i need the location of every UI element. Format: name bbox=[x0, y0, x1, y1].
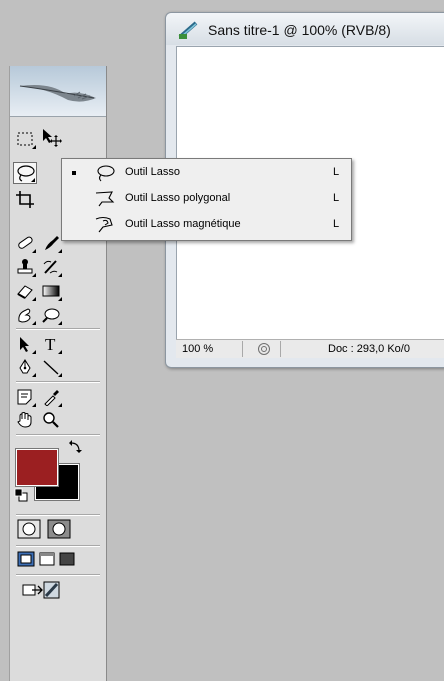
photoshop-document-icon bbox=[178, 21, 198, 39]
magnetic-lasso-icon bbox=[95, 216, 113, 233]
lasso-icon bbox=[97, 165, 115, 182]
pen-tool[interactable] bbox=[13, 356, 37, 378]
flyout-item-magnetic-lasso[interactable]: Outil Lasso magnétique L bbox=[62, 214, 351, 236]
lasso-tool-flyout: Outil Lasso L Outil Lasso polygonal L Ou… bbox=[61, 158, 352, 241]
eraser-tool[interactable] bbox=[13, 280, 37, 302]
full-screen-icon bbox=[59, 552, 75, 566]
eyedropper-tool[interactable] bbox=[39, 386, 63, 408]
quick-mask-icon bbox=[47, 519, 71, 539]
clone-stamp-tool[interactable] bbox=[13, 256, 37, 278]
default-colors-icon[interactable] bbox=[14, 488, 28, 502]
full-screen-mode-button[interactable] bbox=[58, 549, 76, 569]
hand-tool[interactable] bbox=[13, 409, 37, 431]
move-icon bbox=[43, 129, 62, 147]
standard-mode-icon bbox=[17, 519, 41, 539]
notes-tool[interactable] bbox=[13, 386, 37, 408]
imageready-icon bbox=[22, 581, 60, 599]
standard-mode-button[interactable] bbox=[16, 518, 42, 540]
jump-to-imageready-button[interactable] bbox=[22, 578, 62, 602]
healing-brush-tool[interactable] bbox=[13, 232, 37, 254]
document-size-info: Doc : 293,0 Ko/0 bbox=[328, 343, 410, 355]
rectangular-marquee-tool[interactable] bbox=[13, 128, 37, 150]
foreground-color-swatch[interactable] bbox=[15, 448, 59, 487]
lasso-tool[interactable] bbox=[13, 162, 37, 184]
feather-icon bbox=[19, 85, 96, 102]
polygonal-lasso-icon bbox=[95, 191, 115, 207]
selected-bullet bbox=[72, 171, 76, 175]
quick-mask-mode-button[interactable] bbox=[46, 518, 72, 540]
full-screen-menu-mode-button[interactable] bbox=[38, 549, 56, 569]
swap-colors-icon[interactable] bbox=[68, 439, 84, 455]
standard-screen-mode-button[interactable] bbox=[16, 549, 36, 569]
brush-tool[interactable] bbox=[39, 232, 63, 254]
full-screen-menu-icon bbox=[39, 552, 55, 566]
blur-tool[interactable] bbox=[13, 304, 37, 326]
zoom-level[interactable]: 100 % bbox=[182, 343, 213, 355]
crop-icon bbox=[16, 191, 34, 208]
path-selection-tool[interactable] bbox=[13, 333, 37, 355]
flyout-item-lasso[interactable]: Outil Lasso L bbox=[62, 162, 351, 184]
line-tool[interactable] bbox=[39, 356, 63, 378]
hand-icon bbox=[17, 412, 32, 428]
zoom-tool[interactable] bbox=[39, 409, 63, 431]
type-tool[interactable]: T bbox=[39, 333, 63, 355]
document-titlebar[interactable]: Sans titre-1 @ 100% (RVB/8) bbox=[166, 13, 444, 45]
dodge-tool[interactable] bbox=[39, 304, 63, 326]
toolbox-header[interactable] bbox=[10, 66, 106, 117]
document-title: Sans titre-1 @ 100% (RVB/8) bbox=[208, 22, 391, 38]
screen-mode-icon bbox=[17, 551, 35, 567]
document-status-bar: 100 % Doc : 293,0 Ko/0 bbox=[176, 339, 444, 358]
status-info-icon[interactable] bbox=[256, 342, 272, 356]
magnifier-icon bbox=[43, 412, 59, 428]
history-brush-tool[interactable] bbox=[39, 256, 63, 278]
move-tool[interactable] bbox=[39, 126, 63, 148]
svg-text:T: T bbox=[45, 335, 56, 353]
crop-tool[interactable] bbox=[13, 188, 37, 210]
gradient-tool[interactable] bbox=[39, 280, 63, 302]
flyout-item-polygonal-lasso[interactable]: Outil Lasso polygonal L bbox=[62, 188, 351, 210]
